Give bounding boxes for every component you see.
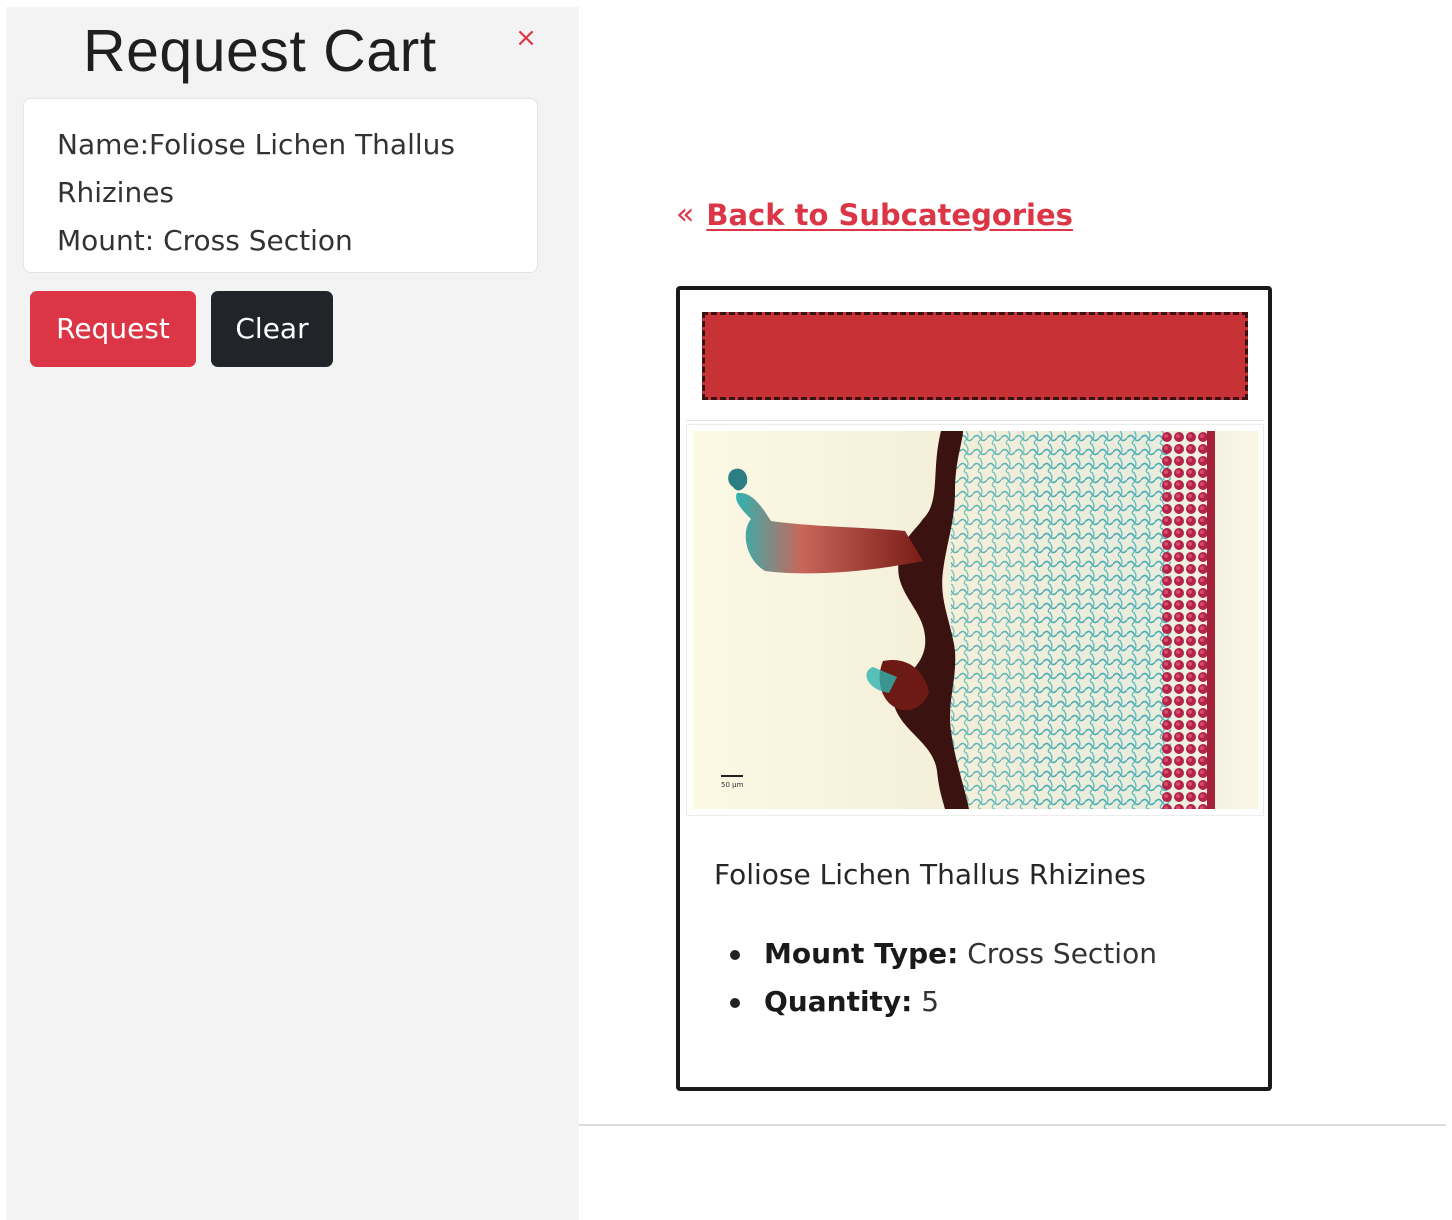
product-card: 50 µm Foliose Lichen Thallus Rhizines Mo…	[676, 286, 1272, 1091]
cart-item-mount: Mount: Cross Section	[57, 224, 353, 257]
cart-item-name-continued: Rhizines	[57, 176, 175, 209]
spec-value: Cross Section	[958, 937, 1157, 970]
spec-label: Mount Type:	[764, 937, 959, 970]
back-link-label[interactable]: Back to Subcategories	[706, 193, 1073, 237]
back-to-subcategories-link[interactable]: « Back to Subcategories	[676, 193, 1073, 237]
product-image[interactable]: 50 µm	[686, 424, 1264, 816]
spec-label: Quantity:	[764, 985, 913, 1018]
request-button[interactable]: Request	[30, 291, 196, 367]
card-divider	[686, 420, 1264, 421]
product-banner	[702, 312, 1248, 400]
close-icon[interactable]: ×	[514, 25, 538, 51]
product-name: Foliose Lichen Thallus Rhizines	[714, 858, 1146, 891]
cart-item-name: Name:Foliose Lichen Thallus	[57, 128, 455, 161]
scale-bar-label: 50 µm	[721, 781, 744, 789]
spec-mount-type: Mount Type: Cross Section	[726, 930, 1157, 978]
footer-divider	[579, 1124, 1446, 1126]
product-specs: Mount Type: Cross Section Quantity: 5	[726, 930, 1157, 1026]
clear-button[interactable]: Clear	[211, 291, 333, 367]
request-cart-sidebar: Request Cart × Name:Foliose Lichen Thall…	[6, 7, 579, 1220]
micrograph-image: 50 µm	[693, 431, 1259, 809]
double-chevron-left-icon: «	[676, 197, 695, 232]
spec-value: 5	[912, 985, 940, 1018]
cart-title: Request Cart	[83, 18, 437, 84]
cart-item-card: Name:Foliose Lichen Thallus Rhizines Mou…	[23, 98, 538, 273]
spec-quantity: Quantity: 5	[726, 978, 1157, 1026]
